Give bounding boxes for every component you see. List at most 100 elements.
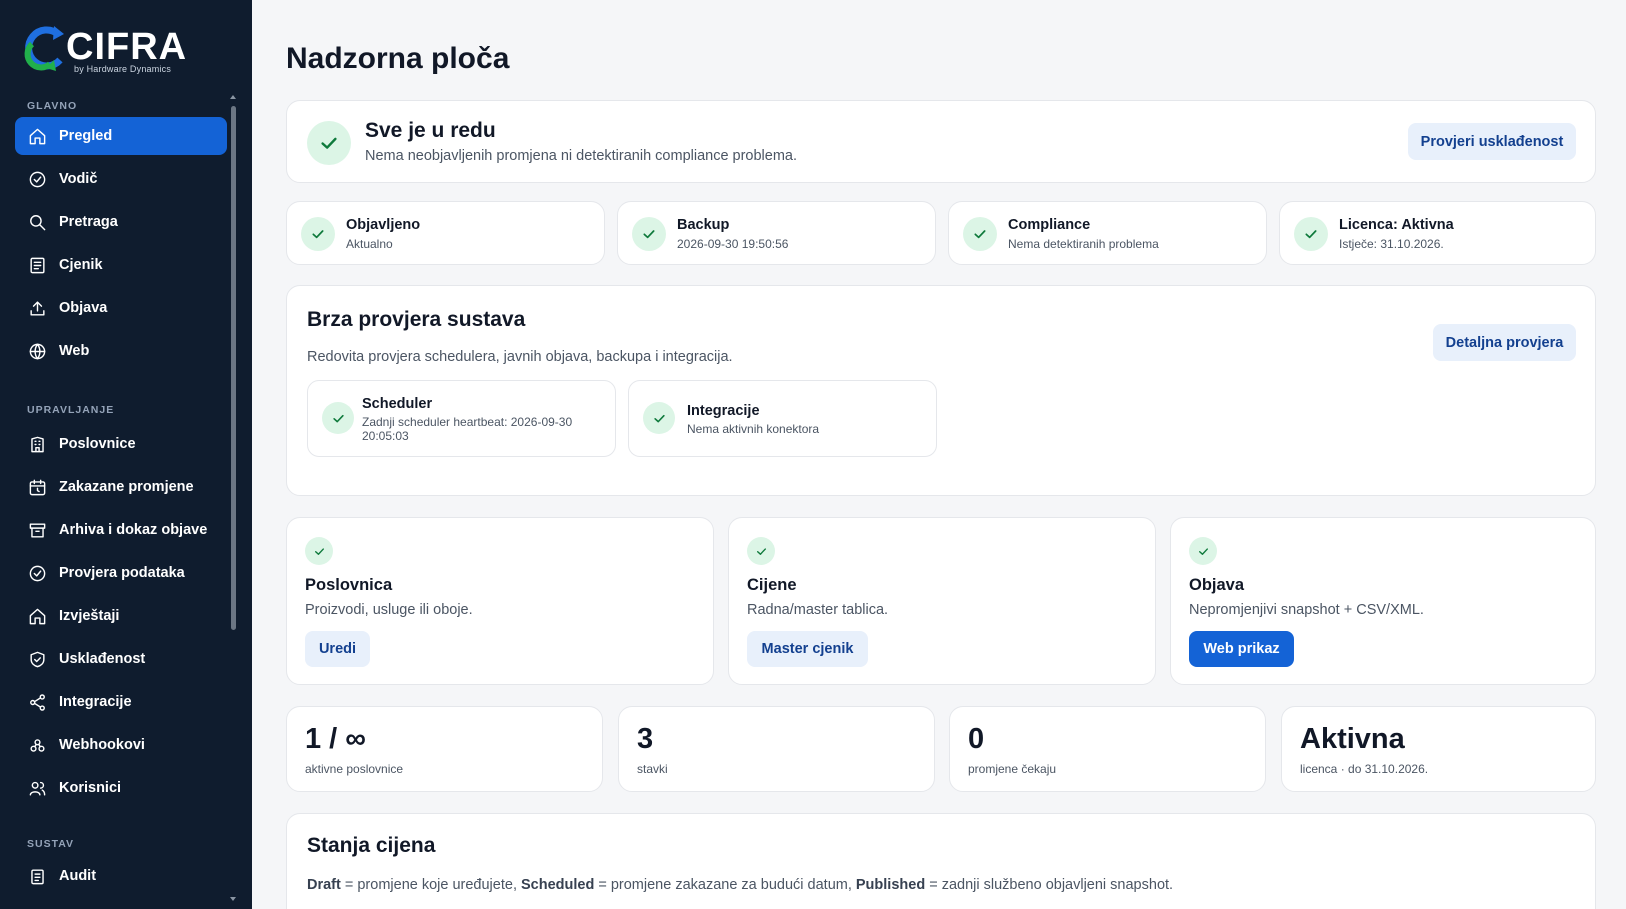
status-banner: Sve je u redu Nema neobjavljenih promjen… <box>286 100 1596 183</box>
clipboard-icon <box>27 866 47 886</box>
check-circle-icon <box>27 563 47 583</box>
status-card-published: Objavljeno Aktualno <box>286 201 605 265</box>
edit-button[interactable]: Uredi <box>305 631 370 667</box>
sidebar-item-izvjestaji[interactable]: Izvještaji <box>15 597 227 635</box>
sidebar-item-label: Pregled <box>59 128 113 144</box>
upload-icon <box>27 298 47 318</box>
sidebar-scrollbar[interactable] <box>231 106 236 630</box>
users-icon <box>27 778 47 798</box>
step-detail: Proizvodi, usluge ili oboje. <box>305 602 473 618</box>
sidebar-item-label: Audit <box>59 868 97 884</box>
web-view-button[interactable]: Web prikaz <box>1189 631 1294 667</box>
brand-name: CIFRA <box>66 26 188 68</box>
webhook-icon <box>27 735 47 755</box>
status-card-title: Backup <box>677 217 730 233</box>
sidebar-item-label: Arhiva i dokaz objave <box>59 522 208 538</box>
sidebar-item-label: Korisnici <box>59 780 122 796</box>
sidebar-item-uskladenost[interactable]: Usklađenost <box>15 640 227 678</box>
quick-check-item-detail: Nema aktivnih konektora <box>687 422 820 436</box>
document-icon <box>27 255 47 275</box>
sidebar-item-zakazane-promjene[interactable]: Zakazane promjene <box>15 468 227 506</box>
status-subtitle: Nema neobjavljenih promjena ni detektira… <box>365 148 798 164</box>
master-pricelist-button[interactable]: Master cjenik <box>747 631 868 667</box>
price-states-card: Stanja cijena Draft = promjene koje uređ… <box>286 813 1596 909</box>
scrollbar-up-arrow[interactable] <box>230 95 236 99</box>
status-card-detail: Nema detektiranih problema <box>1008 237 1159 251</box>
check-icon <box>301 217 335 251</box>
check-compliance-button[interactable]: Provjeri usklađenost <box>1408 123 1576 160</box>
step-card-poslovnica: Poslovnica Proizvodi, usluge ili oboje. … <box>286 517 714 685</box>
shield-check-icon <box>27 649 47 669</box>
archive-icon <box>27 520 47 540</box>
status-card-title: Objavljeno <box>346 217 421 233</box>
globe-icon <box>27 341 47 361</box>
stat-value: 1 / ∞ <box>305 723 366 755</box>
scheduled-text: = promjene zakazane za budući datum, <box>594 877 856 893</box>
sidebar-item-poslovnice[interactable]: Poslovnice <box>15 425 227 463</box>
sidebar-item-web[interactable]: Web <box>15 332 227 370</box>
check-icon <box>747 537 775 565</box>
sidebar-item-vodic[interactable]: Vodič <box>15 160 227 198</box>
step-detail: Radna/master tablica. <box>747 602 889 618</box>
share-icon <box>27 692 47 712</box>
quick-check-item-title: Scheduler <box>362 396 433 412</box>
stat-card-items: 3 stavki <box>618 706 935 792</box>
section-label-upravljanje: UPRAVLJANJE <box>27 404 115 416</box>
sidebar-item-label: Web <box>59 343 90 359</box>
stat-label: licenca · do 31.10.2026. <box>1300 762 1429 776</box>
stat-value: 0 <box>968 723 985 755</box>
draft-text: = promjene koje uređujete, <box>340 877 521 893</box>
stat-label: aktivne poslovnice <box>305 762 404 776</box>
stat-card-pending: 0 promjene čekaju <box>949 706 1266 792</box>
quick-check-title: Brza provjera sustava <box>307 308 526 331</box>
sidebar-item-pretraga[interactable]: Pretraga <box>15 203 227 241</box>
building-icon <box>27 434 47 454</box>
status-card-title: Licenca: Aktivna <box>1339 217 1454 233</box>
cifra-logo-icon <box>24 26 64 71</box>
status-card-license: Licenca: Aktivna Istječe: 31.10.2026. <box>1279 201 1596 265</box>
page-title: Nadzorna ploča <box>286 42 510 75</box>
status-card-title: Compliance <box>1008 217 1091 233</box>
status-card-detail: 2026-09-30 19:50:56 <box>677 237 789 251</box>
step-title: Objava <box>1189 576 1245 594</box>
detailed-check-button[interactable]: Detaljna provjera <box>1433 324 1576 361</box>
sidebar-item-korisnici[interactable]: Korisnici <box>15 769 227 807</box>
brand-logo[interactable]: CIFRA by Hardware Dynamics <box>20 22 220 78</box>
sidebar-item-label: Zakazane promjene <box>59 479 194 495</box>
stat-card-branches: 1 / ∞ aktivne poslovnice <box>286 706 603 792</box>
stat-card-license: Aktivna licenca · do 31.10.2026. <box>1281 706 1596 792</box>
draft-term: Draft <box>307 877 341 893</box>
price-states-title: Stanja cijena <box>307 834 436 857</box>
sidebar: CIFRA by Hardware Dynamics GLAVNO Pregle… <box>0 0 252 909</box>
check-icon <box>322 402 354 434</box>
stat-value: 3 <box>637 723 654 755</box>
sidebar-item-objava[interactable]: Objava <box>15 289 227 327</box>
step-title: Poslovnica <box>305 576 393 594</box>
status-card-detail: Aktualno <box>346 237 393 251</box>
check-icon <box>307 121 351 165</box>
home-icon <box>27 126 47 146</box>
step-detail: Nepromjenjivi snapshot + CSV/XML. <box>1189 602 1424 618</box>
sidebar-item-pregled[interactable]: Pregled <box>15 117 227 155</box>
quick-check-item-detail-2: 20:05:03 <box>362 429 409 443</box>
status-card-detail: Istječe: 31.10.2026. <box>1339 237 1444 251</box>
sidebar-item-label: Objava <box>59 300 108 316</box>
scrollbar-down-arrow[interactable] <box>230 897 236 901</box>
sidebar-item-integracije[interactable]: Integracije <box>15 683 227 721</box>
sidebar-item-label: Integracije <box>59 694 132 710</box>
sidebar-item-audit[interactable]: Audit <box>15 857 227 895</box>
sidebar-item-provjera-podataka[interactable]: Provjera podataka <box>15 554 227 592</box>
sidebar-item-label: Webhookovi <box>59 737 145 753</box>
calendar-icon <box>27 477 47 497</box>
sidebar-item-webhookovi[interactable]: Webhookovi <box>15 726 227 764</box>
sidebar-item-arhiva[interactable]: Arhiva i dokaz objave <box>15 511 227 549</box>
section-label-sustav: SUSTAV <box>27 838 75 850</box>
stat-label: promjene čekaju <box>968 762 1057 776</box>
stat-label: stavki <box>637 762 668 776</box>
sidebar-item-cjenik[interactable]: Cjenik <box>15 246 227 284</box>
status-card-backup: Backup 2026-09-30 19:50:56 <box>617 201 936 265</box>
stat-value: Aktivna <box>1300 723 1405 755</box>
quick-check-card: Brza provjera sustava Redovita provjera … <box>286 285 1596 496</box>
published-term: Published <box>855 877 926 893</box>
sidebar-item-label: Cjenik <box>59 257 103 273</box>
